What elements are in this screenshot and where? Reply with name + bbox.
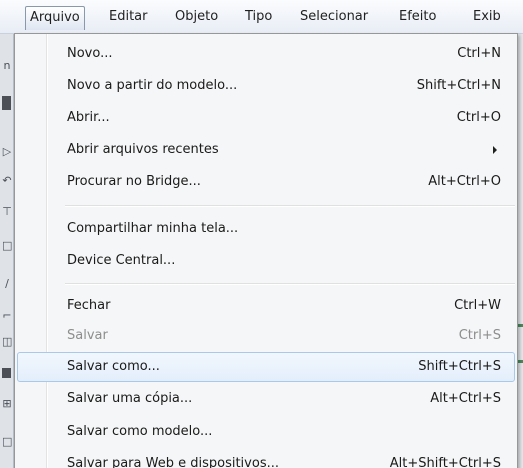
menu-bar: Arquivo Editar Objeto Tipo Selecionar Ef… <box>0 0 523 34</box>
menu-item-label: Abrir... <box>67 110 110 125</box>
menu-selecionar[interactable]: Selecionar <box>295 6 373 30</box>
menu-item-label: Salvar para Web e dispositivos... <box>67 456 279 468</box>
menu-item-shortcut: Alt+Ctrl+O <box>428 174 501 189</box>
tool-icon[interactable]: ◫ <box>2 336 12 348</box>
menu-item-novo[interactable]: Novo... Ctrl+N <box>17 39 515 69</box>
menu-item-label: Abrir arquivos recentes <box>67 142 219 157</box>
menu-item-label: Salvar <box>67 328 108 343</box>
menu-item-shortcut: Ctrl+N <box>457 46 501 61</box>
canvas-marker <box>518 324 523 327</box>
menu-editar[interactable]: Editar <box>104 6 153 30</box>
menu-exibir[interactable]: Exib <box>468 6 506 30</box>
menu-item-fechar[interactable]: Fechar Ctrl+W <box>17 291 515 321</box>
menu-item-label: Salvar uma cópia... <box>67 391 193 406</box>
tool-icon[interactable]: ⊤ <box>2 206 12 218</box>
tool-icon[interactable]: □ <box>2 240 12 252</box>
menu-item-salvar-copia[interactable]: Salvar uma cópia... Alt+Ctrl+S <box>17 384 515 414</box>
tool-icon[interactable]: ▷ <box>2 146 12 158</box>
menu-separator <box>65 283 515 285</box>
menu-item-salvar-web[interactable]: Salvar para Web e dispositivos... Alt+Sh… <box>17 449 515 468</box>
document-edge <box>518 34 523 468</box>
menu-item-shortcut: Ctrl+W <box>454 298 501 313</box>
menu-item-shortcut: Ctrl+S <box>458 328 501 343</box>
menu-tipo[interactable]: Tipo <box>240 6 277 30</box>
menu-item-label: Procurar no Bridge... <box>67 174 201 189</box>
menu-item-label: Device Central... <box>67 253 176 268</box>
tool-icon[interactable]: □ <box>2 436 12 448</box>
tool-icon[interactable]: ↶ <box>2 175 12 187</box>
menu-item-procurar-bridge[interactable]: Procurar no Bridge... Alt+Ctrl+O <box>17 167 515 197</box>
tool-swatch-icon[interactable] <box>2 368 11 378</box>
menu-item-novo-modelo[interactable]: Novo a partir do modelo... Shift+Ctrl+N <box>17 71 515 101</box>
tool-icon[interactable]: ∕ <box>2 278 12 290</box>
menu-item-abrir-recentes[interactable]: Abrir arquivos recentes <box>17 135 515 165</box>
menu-item-label: Salvar como modelo... <box>67 424 213 439</box>
menu-item-label: Novo a partir do modelo... <box>67 78 238 93</box>
menu-item-salvar-modelo[interactable]: Salvar como modelo... <box>17 417 515 447</box>
menu-item-device-central[interactable]: Device Central... <box>17 246 515 276</box>
menu-item-label: Fechar <box>67 298 111 313</box>
menu-item-label: Salvar como... <box>67 359 160 374</box>
menu-item-salvar: Salvar Ctrl+S <box>17 321 515 351</box>
menu-item-label: Novo... <box>67 46 113 61</box>
menu-item-shortcut: Ctrl+O <box>456 110 501 125</box>
menu-efeito[interactable]: Efeito <box>394 6 441 30</box>
menu-item-compartilhar-tela[interactable]: Compartilhar minha tela... <box>17 214 515 244</box>
tool-swatch-icon[interactable] <box>2 96 11 110</box>
tool-icon[interactable]: ⊞ <box>2 398 12 410</box>
menu-item-shortcut: Alt+Shift+Ctrl+S <box>389 456 501 468</box>
menu-item-shortcut: Shift+Ctrl+N <box>416 78 501 93</box>
menu-item-label: Compartilhar minha tela... <box>67 221 239 236</box>
menu-item-shortcut: Alt+Ctrl+S <box>430 391 501 406</box>
menu-arquivo[interactable]: Arquivo <box>25 6 85 30</box>
menu-separator <box>65 205 515 207</box>
menu-item-abrir[interactable]: Abrir... Ctrl+O <box>17 103 515 133</box>
tool-icon[interactable]: n <box>2 60 12 72</box>
menu-objeto[interactable]: Objeto <box>170 6 223 30</box>
file-menu-dropdown: Novo... Ctrl+N Novo a partir do modelo..… <box>14 33 518 468</box>
tools-panel: n ▷ ↶ ⊤ □ ∕ ⌐ ◫ ⊞ □ <box>0 34 14 468</box>
menu-item-shortcut: Shift+Ctrl+S <box>418 359 501 374</box>
chevron-right-icon <box>493 146 497 154</box>
canvas-marker <box>518 360 523 363</box>
tool-icon[interactable]: ⌐ <box>2 310 12 322</box>
menu-item-salvar-como[interactable]: Salvar como... Shift+Ctrl+S <box>17 352 515 382</box>
